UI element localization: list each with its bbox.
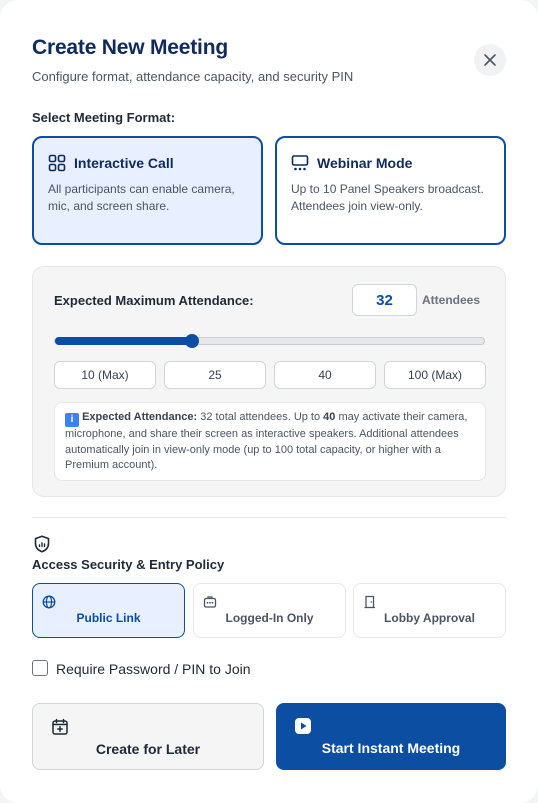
start-instant-meeting-button[interactable]: Start Instant Meeting: [276, 703, 506, 770]
access-option-label: Logged-In Only: [225, 611, 314, 625]
slider-thumb[interactable]: [185, 334, 200, 348]
access-option-label: Lobby Approval: [384, 611, 475, 625]
attendance-slider[interactable]: [54, 334, 485, 348]
preset-button[interactable]: 10 (Max): [54, 361, 156, 389]
format-option-description: All participants can enable camera, mic,…: [48, 182, 235, 213]
preset-button[interactable]: 25: [164, 361, 266, 389]
shield-icon: [34, 535, 50, 553]
globe-icon: [42, 595, 56, 609]
preset-button[interactable]: 100 (Max): [384, 361, 486, 389]
close-button[interactable]: [474, 44, 506, 76]
modal-subtitle: Configure format, attendance capacity, a…: [32, 69, 354, 84]
close-icon: [484, 54, 496, 66]
info-icon: i: [65, 413, 79, 427]
attendance-panel: Expected Maximum Attendance: 32 Attendee…: [32, 266, 506, 497]
start-instant-meeting-label: Start Instant Meeting: [321, 740, 461, 756]
modal-title: Create New Meeting: [32, 36, 228, 59]
slider-fill: [55, 337, 193, 345]
password-checkbox[interactable]: [32, 660, 48, 676]
password-checkbox-label[interactable]: Require Password / PIN to Join: [56, 661, 251, 677]
door-icon: [364, 595, 375, 609]
attendance-label: Expected Maximum Attendance:: [54, 293, 254, 308]
video-play-icon: [295, 718, 311, 734]
format-option-label: Interactive Call: [74, 155, 174, 171]
info-title: Expected Attendance:: [82, 411, 198, 423]
access-option-logged-in-only[interactable]: Logged-In Only: [193, 583, 346, 638]
format-option-interactive-call[interactable]: Interactive Call All participants can en…: [32, 136, 263, 245]
attendance-count-input[interactable]: 32: [352, 284, 417, 316]
preset-button[interactable]: 40: [274, 361, 376, 389]
create-later-label: Create for Later: [95, 741, 201, 757]
format-section-label: Select Meeting Format:: [32, 110, 176, 125]
id-badge-icon: [203, 596, 217, 608]
info-text: 32 total attendees. Up to: [197, 411, 324, 423]
format-option-webinar-mode[interactable]: Webinar Mode Up to 10 Panel Speakers bro…: [275, 136, 506, 245]
attendance-unit: Attendees: [422, 293, 481, 307]
calendar-plus-icon: [52, 718, 68, 735]
security-section-label: Access Security & Entry Policy: [32, 557, 225, 572]
format-option-description: Up to 10 Panel Speakers broadcast. Atten…: [291, 182, 484, 213]
access-option-public-link[interactable]: Public Link: [32, 583, 185, 638]
access-option-lobby-approval[interactable]: Lobby Approval: [353, 583, 506, 638]
create-meeting-modal: Create New Meeting Configure format, att…: [0, 0, 538, 803]
section-divider: [32, 517, 506, 518]
format-option-label: Webinar Mode: [317, 155, 413, 171]
presentation-icon: [291, 155, 309, 171]
grid-icon: [48, 154, 66, 172]
info-limit: 40: [323, 411, 336, 423]
create-later-button[interactable]: Create for Later: [32, 703, 264, 770]
access-option-label: Public Link: [76, 611, 141, 625]
attendance-info-box: i Expected Attendance: 32 total attendee…: [54, 402, 486, 481]
